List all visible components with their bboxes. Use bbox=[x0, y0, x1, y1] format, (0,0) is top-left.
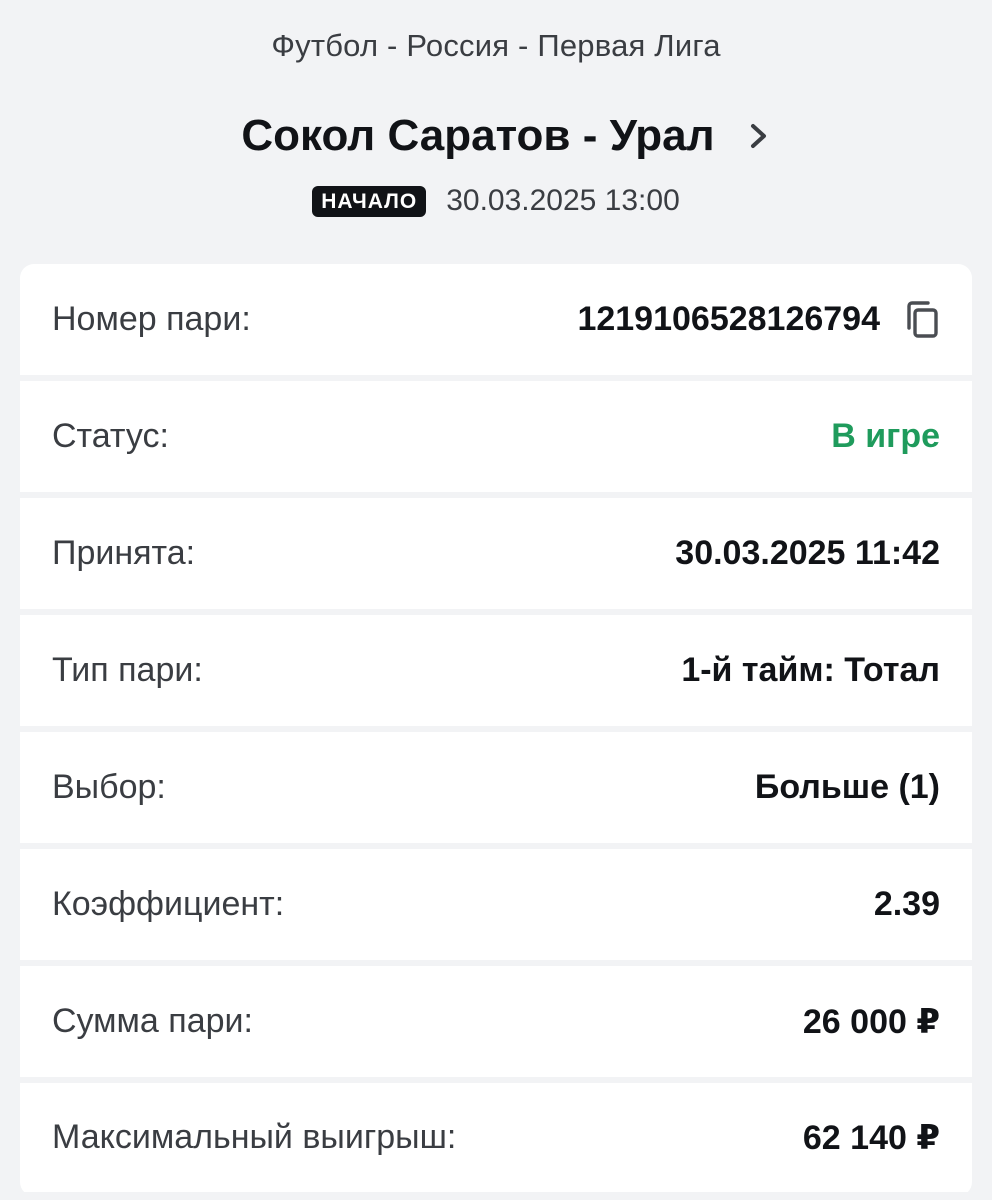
bet-status-value: В игре bbox=[831, 417, 940, 455]
bet-max-win-row: Максимальный выигрыш: 62 140 ₽ bbox=[20, 1083, 972, 1192]
bet-odds-row: Коэффициент: 2.39 bbox=[20, 849, 972, 960]
bet-accepted-value: 30.03.2025 11:42 bbox=[675, 534, 940, 572]
bet-amount-row: Сумма пари: 26 000 ₽ bbox=[20, 966, 972, 1077]
bet-number-value-wrap: 1219106528126794 bbox=[577, 300, 940, 340]
bet-selection-value: Больше (1) bbox=[754, 768, 940, 806]
bet-max-win-value: 62 140 ₽ bbox=[802, 1118, 940, 1157]
bet-amount-label: Сумма пари: bbox=[52, 1002, 253, 1040]
bet-odds-label: Коэффициент: bbox=[52, 885, 285, 923]
bet-type-value: 1-й тайм: Тотал bbox=[681, 651, 940, 689]
bet-type-row: Тип пари: 1-й тайм: Тотал bbox=[20, 615, 972, 726]
bet-amount-value: 26 000 ₽ bbox=[802, 1002, 940, 1041]
bet-max-win-label: Максимальный выигрыш: bbox=[52, 1118, 457, 1156]
match-title[interactable]: Сокол Саратов - Урал bbox=[241, 108, 714, 164]
bet-details-card: Номер пари: 1219106528126794 Статус: В и… bbox=[20, 264, 972, 1196]
bet-status-label: Статус: bbox=[52, 417, 169, 455]
bet-number-value: 1219106528126794 bbox=[577, 300, 880, 338]
copy-icon[interactable] bbox=[904, 300, 940, 340]
match-status-badge: НАЧАЛО bbox=[312, 185, 427, 217]
bet-accepted-label: Принята: bbox=[52, 534, 196, 572]
match-time-row: НАЧАЛО 30.03.2025 13:00 bbox=[0, 184, 992, 218]
bet-number-row: Номер пари: 1219106528126794 bbox=[20, 264, 972, 375]
bet-accepted-row: Принята: 30.03.2025 11:42 bbox=[20, 498, 972, 609]
league-title: Футбол - Россия - Первая Лига bbox=[271, 28, 721, 63]
match-header: Футбол - Россия - Первая Лига Сокол Сара… bbox=[0, 0, 992, 264]
match-start-datetime: 30.03.2025 13:00 bbox=[446, 184, 680, 217]
match-title-row[interactable]: Сокол Саратов - Урал bbox=[0, 108, 992, 164]
bet-selection-row: Выбор: Больше (1) bbox=[20, 732, 972, 843]
bet-number-label: Номер пари: bbox=[52, 300, 251, 338]
bet-type-label: Тип пари: bbox=[52, 651, 203, 689]
chevron-right-icon[interactable] bbox=[747, 120, 771, 152]
bet-status-row: Статус: В игре bbox=[20, 381, 972, 492]
bet-selection-label: Выбор: bbox=[52, 768, 166, 806]
bet-odds-value: 2.39 bbox=[873, 885, 940, 923]
